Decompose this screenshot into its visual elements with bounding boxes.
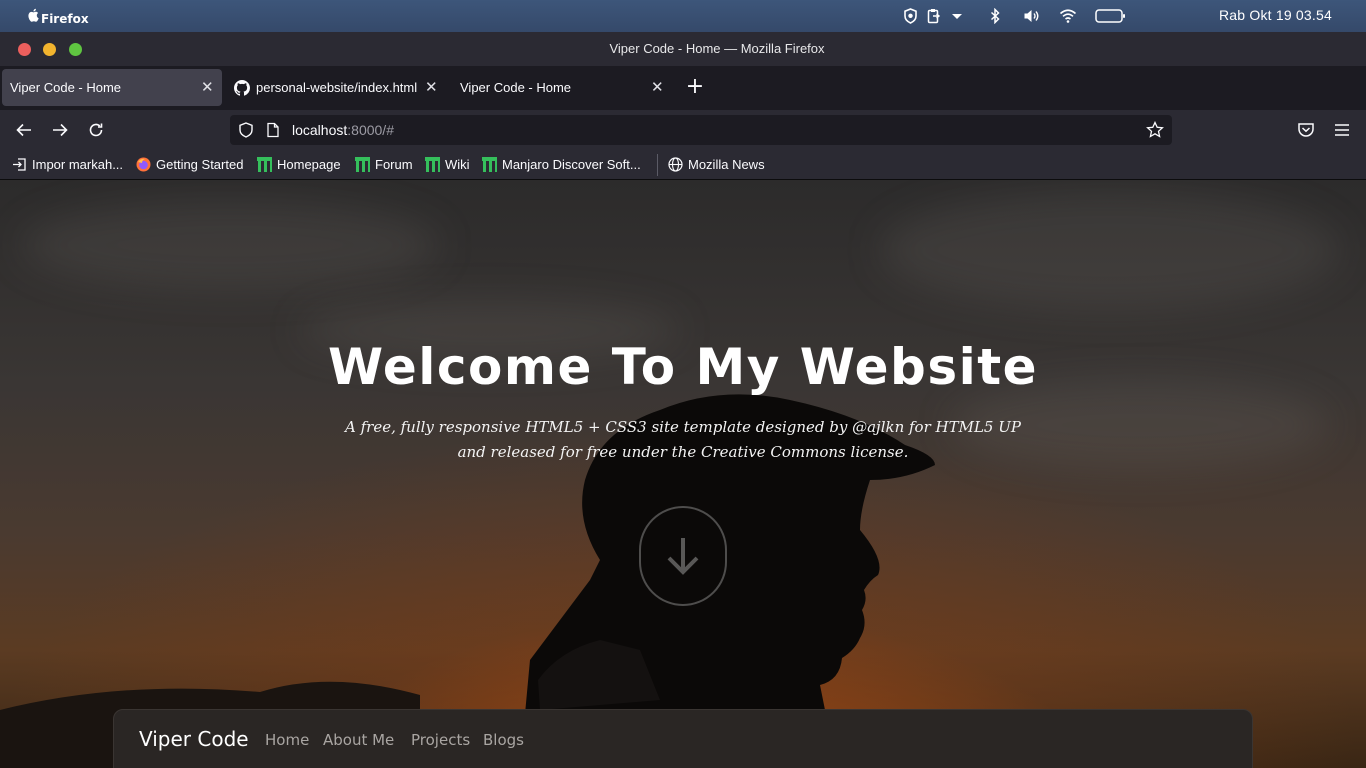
bookmark-label: Impor markah... (32, 157, 124, 172)
shield-icon[interactable] (903, 8, 918, 24)
hero-background-silhouette (0, 394, 935, 768)
bookmark-forum[interactable]: Forum (355, 157, 413, 172)
pocket-icon[interactable] (1296, 120, 1316, 140)
tab-viper-code-home-1[interactable]: Viper Code - Home ✕ (2, 69, 222, 106)
bookmark-label: Mozilla News (688, 157, 765, 172)
active-app-name[interactable]: Firefox (41, 12, 89, 26)
forward-arrow-icon[interactable] (50, 120, 70, 140)
hamburger-menu-icon[interactable] (1332, 120, 1352, 140)
url-bar[interactable]: localhost:8000/# (230, 115, 1172, 145)
reload-icon[interactable] (86, 120, 106, 140)
bookmark-wiki[interactable]: Wiki (425, 157, 470, 172)
new-tab-button[interactable]: + (684, 76, 706, 98)
system-top-bar: Firefox Rab Okt 19 03.54 (0, 0, 1366, 32)
tab-strip: Viper Code - Home ✕ personal-website/ind… (0, 66, 1366, 110)
page-info-icon[interactable] (266, 122, 280, 138)
navigation-toolbar: localhost:8000/# (0, 110, 1366, 150)
nav-link-projects[interactable]: Projects (411, 731, 470, 749)
url-path: :8000/# (347, 122, 394, 138)
bookmark-mozilla-news[interactable]: Mozilla News (668, 157, 765, 172)
bookmark-label: Forum (375, 157, 413, 172)
system-clock[interactable]: Rab Okt 19 03.54 (1219, 7, 1332, 23)
nav-link-blogs[interactable]: Blogs (483, 731, 524, 749)
tab-label: Viper Code - Home (10, 80, 122, 95)
bookmark-label: Wiki (445, 157, 470, 172)
tab-label: Viper Code - Home (460, 80, 572, 95)
clipboard-icon[interactable] (927, 8, 940, 24)
manjaro-icon (425, 157, 440, 172)
tab-github-index[interactable]: personal-website/index.html ✕ (224, 69, 444, 106)
window-title-bar[interactable]: Viper Code - Home — Mozilla Firefox (0, 32, 1366, 66)
bookmark-homepage[interactable]: Homepage (257, 157, 341, 172)
bookmark-manjaro-discover[interactable]: Manjaro Discover Soft... (482, 157, 641, 172)
scroll-down-button[interactable] (639, 506, 727, 606)
back-arrow-icon[interactable] (14, 120, 34, 140)
hero-title: Welcome To My Website (327, 338, 1039, 396)
tab-viper-code-home-2[interactable]: Viper Code - Home ✕ (450, 69, 670, 106)
github-icon (234, 80, 250, 96)
bookmarks-toolbar: Impor markah... Getting Started Homepage… (0, 150, 1366, 180)
nav-link-about-me[interactable]: About Me (323, 731, 394, 749)
manjaro-icon (355, 157, 370, 172)
url-host: localhost (292, 122, 348, 138)
bookmark-label: Homepage (277, 157, 341, 172)
close-tab-icon[interactable]: ✕ (651, 80, 664, 95)
firefox-icon (136, 157, 151, 172)
bluetooth-icon[interactable] (989, 8, 1001, 24)
import-icon (13, 158, 26, 171)
tracking-shield-icon[interactable] (238, 122, 254, 138)
site-brand[interactable]: Viper Code (139, 727, 249, 751)
apple-icon[interactable] (27, 8, 39, 22)
window-title: Viper Code - Home — Mozilla Firefox (609, 41, 825, 56)
wifi-icon[interactable] (1059, 8, 1077, 24)
arrow-down-icon (667, 538, 699, 575)
bookmark-import[interactable]: Impor markah... (12, 157, 123, 172)
bookmark-getting-started[interactable]: Getting Started (136, 157, 243, 172)
url-text[interactable]: localhost:8000/# (292, 122, 394, 138)
hero-subtitle: A free, fully responsive HTML5 + CSS3 si… (345, 418, 1021, 461)
bookmark-label: Manjaro Discover Soft... (502, 157, 641, 172)
nav-link-home[interactable]: Home (265, 731, 309, 749)
bookmark-separator (657, 154, 658, 176)
volume-icon[interactable] (1023, 8, 1040, 24)
bookmark-star-icon[interactable] (1146, 121, 1164, 139)
site-navigation-bar: Viper Code Home About Me Projects Blogs (113, 709, 1253, 768)
manjaro-icon (482, 157, 497, 172)
tab-label: personal-website/index.html (256, 80, 418, 95)
battery-icon[interactable] (1095, 8, 1126, 24)
dropdown-icon[interactable] (951, 8, 963, 24)
manjaro-icon (257, 157, 272, 172)
close-tab-icon[interactable]: ✕ (201, 80, 214, 95)
close-tab-icon[interactable]: ✕ (425, 80, 438, 95)
globe-icon (668, 157, 683, 172)
web-page-viewport[interactable]: Welcome To My Website A free, fully resp… (0, 180, 1366, 768)
bookmark-label: Getting Started (156, 157, 244, 172)
